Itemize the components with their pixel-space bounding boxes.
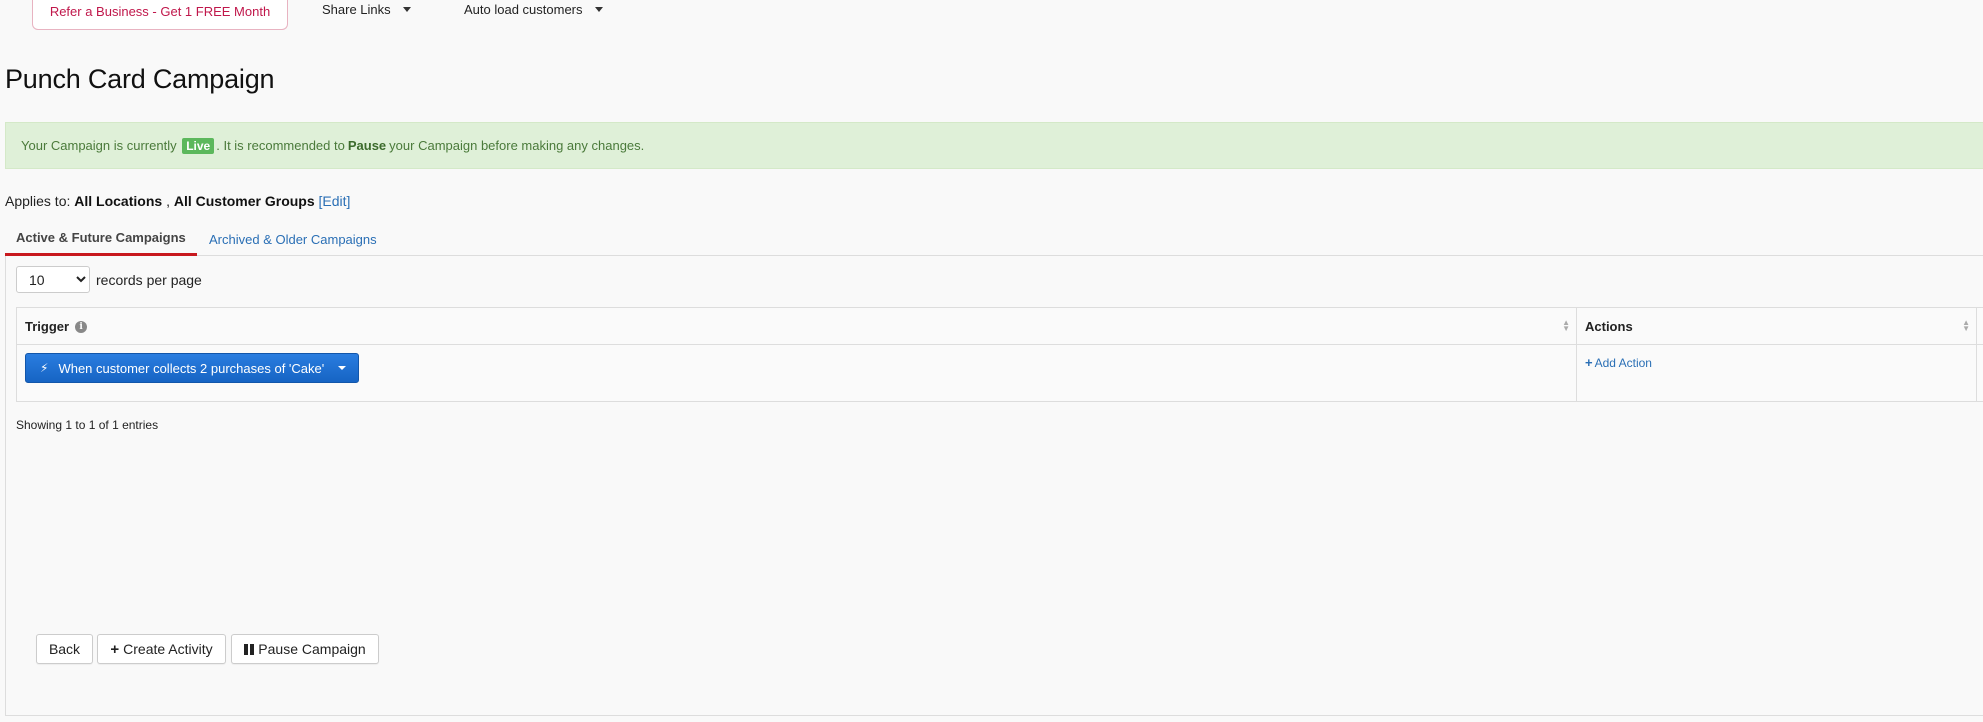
auto-load-label: Auto load customers xyxy=(464,1,583,17)
edit-link[interactable]: [Edit] xyxy=(319,193,351,209)
applies-groups: All Customer Groups xyxy=(173,193,315,209)
back-button[interactable]: Back xyxy=(36,634,93,664)
column-header-actions[interactable]: Actions ▲ ▼ xyxy=(1577,308,1977,344)
column-header-trigger[interactable]: Trigger i ▲ ▼ xyxy=(17,308,1577,344)
tab-active-future[interactable]: Active & Future Campaigns xyxy=(5,222,197,256)
campaign-status-alert: Your Campaign is currently Live . It is … xyxy=(5,122,1983,169)
records-suffix: records per page xyxy=(96,271,202,288)
plus-icon: + xyxy=(1585,355,1593,370)
chevron-down-icon xyxy=(594,6,603,12)
applies-locations: All Locations xyxy=(74,193,163,209)
auto-load-customers-menu[interactable]: Auto load customers xyxy=(464,0,603,18)
applies-to: Applies to: All Locations , All Customer… xyxy=(5,193,350,209)
trigger-dropdown-button[interactable]: ⚡ When customer collects 2 purchases of … xyxy=(25,353,360,383)
create-activity-button[interactable]: + Create Activity xyxy=(97,634,226,664)
top-bar: Refer a Business - Get 1 FREE Month Shar… xyxy=(0,0,1983,34)
trigger-label: When customer collects 2 purchases of 'C… xyxy=(58,360,325,376)
sort-icon[interactable]: ▲ ▼ xyxy=(1562,319,1570,333)
table-row: ⚡ When customer collects 2 purchases of … xyxy=(17,345,1983,401)
add-action-label: Add Action xyxy=(1594,355,1652,370)
campaign-tabs: Active & Future Campaigns Archived & Old… xyxy=(5,222,1983,256)
chevron-down-icon xyxy=(402,6,411,12)
campaign-table: Trigger i ▲ ▼ Actions ▲ ▼ ⚡ When customer … xyxy=(16,307,1983,402)
info-icon[interactable]: i xyxy=(75,320,88,333)
bolt-icon: ⚡ xyxy=(40,361,49,375)
pause-campaign-button[interactable]: Pause Campaign xyxy=(231,634,379,664)
refer-business-button[interactable]: Refer a Business - Get 1 FREE Month xyxy=(32,0,288,30)
records-per-page: 10 records per page xyxy=(16,266,202,293)
pause-icon xyxy=(244,643,255,655)
alert-prefix: Your Campaign is currently xyxy=(21,138,177,153)
actions-cell: + Add Action xyxy=(1577,345,1977,401)
pause-campaign-label: Pause Campaign xyxy=(258,641,366,657)
create-activity-label: Create Activity xyxy=(123,641,213,657)
plus-icon: + xyxy=(110,640,120,658)
panel-bottom-border xyxy=(5,715,1983,716)
applies-label: Applies to: xyxy=(5,193,71,209)
tab-archived-older[interactable]: Archived & Older Campaigns xyxy=(209,222,377,256)
status-badge: Live xyxy=(182,137,215,154)
trigger-cell: ⚡ When customer collects 2 purchases of … xyxy=(17,345,1577,401)
alert-suffix: your Campaign before making any changes. xyxy=(389,138,645,153)
page-title: Punch Card Campaign xyxy=(5,64,275,94)
sort-icon[interactable]: ▲ ▼ xyxy=(1962,319,1970,333)
entries-info: Showing 1 to 1 of 1 entries xyxy=(16,418,159,432)
back-label: Back xyxy=(48,641,81,657)
actions-header-label: Actions xyxy=(1585,319,1633,334)
records-per-page-select[interactable]: 10 xyxy=(16,266,90,293)
share-links-label: Share Links xyxy=(322,1,391,17)
panel-left-border xyxy=(5,256,6,716)
trigger-header-label: Trigger xyxy=(25,319,70,334)
chevron-down-icon xyxy=(338,366,347,370)
table-header: Trigger i ▲ ▼ Actions ▲ ▼ xyxy=(17,308,1983,345)
share-links-menu[interactable]: Share Links xyxy=(322,0,411,18)
alert-middle: . It is recommended to xyxy=(216,138,345,153)
add-action-link[interactable]: + Add Action xyxy=(1585,355,1652,370)
alert-pause-word: Pause xyxy=(347,138,387,153)
applies-separator: , xyxy=(166,193,170,209)
